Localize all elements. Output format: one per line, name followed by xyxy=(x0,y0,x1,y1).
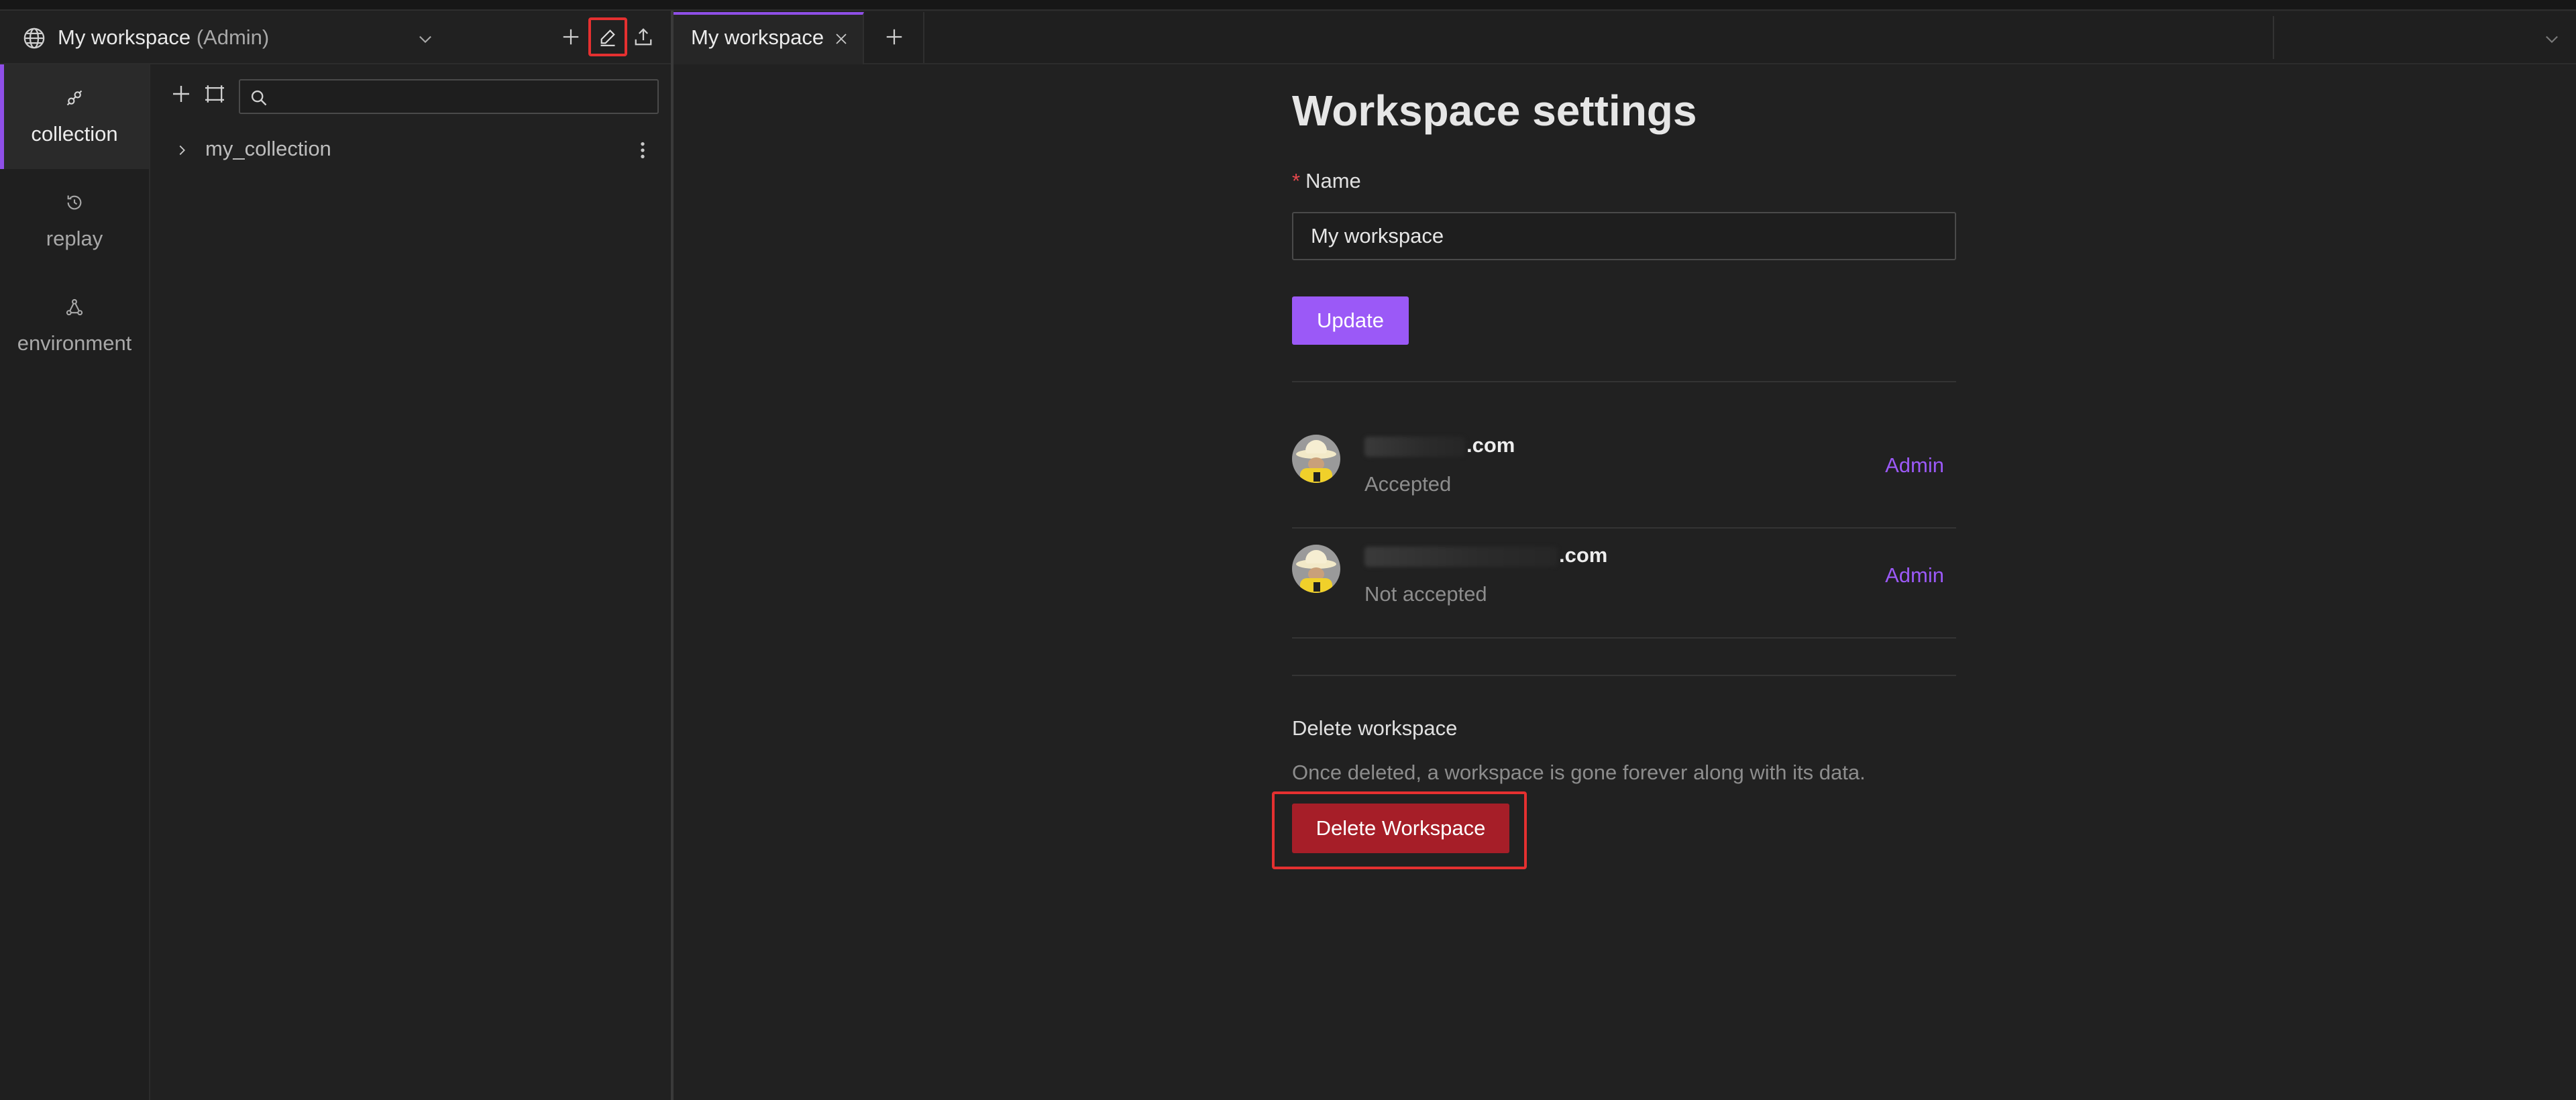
list-item[interactable]: my_collection xyxy=(150,131,671,169)
tab-my-workspace[interactable]: My workspace xyxy=(674,12,864,64)
delete-description: Once deleted, a workspace is gone foreve… xyxy=(1292,761,1866,784)
delete-section-title: Delete workspace xyxy=(1292,716,1458,740)
member-email: .com xyxy=(1364,433,1515,457)
more-vertical-icon[interactable] xyxy=(637,140,648,161)
new-tab-button[interactable] xyxy=(865,12,924,63)
sidebar-item-label: collection xyxy=(31,122,118,146)
divider xyxy=(1292,527,1956,529)
page-title: Workspace settings xyxy=(1292,87,1697,135)
workspace-header: My workspace (Admin) xyxy=(0,12,671,64)
chevron-down-icon[interactable] xyxy=(2542,30,2561,48)
sidebar-item-label: replay xyxy=(46,227,103,250)
member-email-domain: .com xyxy=(1559,543,1608,567)
redacted-text xyxy=(1364,436,1465,457)
environment-icon xyxy=(65,298,84,317)
tab-label: My workspace xyxy=(691,25,824,49)
delete-workspace-button[interactable]: Delete Workspace xyxy=(1292,804,1509,853)
export-button[interactable] xyxy=(633,27,653,47)
collection-search-input[interactable] xyxy=(239,79,659,114)
workspace-switcher[interactable]: My workspace (Admin) xyxy=(58,24,269,51)
divider xyxy=(1292,381,1956,382)
collection-icon xyxy=(65,89,84,107)
member-status: Not accepted xyxy=(1364,582,1487,606)
workspace-name-field[interactable] xyxy=(1292,212,1956,260)
divider xyxy=(1292,675,1956,676)
redacted-text xyxy=(1364,546,1558,567)
collection-name: my_collection xyxy=(205,137,331,160)
workspace-role: (Admin) xyxy=(196,25,270,49)
chevron-down-icon[interactable] xyxy=(416,30,435,48)
panel-divider[interactable] xyxy=(671,11,674,1100)
collection-panel: my_collection xyxy=(150,64,671,1100)
divider xyxy=(1292,637,1956,639)
update-button[interactable]: Update xyxy=(1292,296,1409,345)
frame-icon[interactable] xyxy=(204,85,225,103)
member-role-button[interactable]: Admin xyxy=(1885,453,1944,478)
sidebar-rail: collection replay environment xyxy=(0,64,150,1100)
add-collection-button[interactable] xyxy=(170,83,192,105)
member-email: .com xyxy=(1364,543,1607,567)
replay-icon xyxy=(65,193,84,212)
name-label-text: Name xyxy=(1305,169,1361,192)
member-email-domain: .com xyxy=(1466,433,1515,457)
workspace-settings: Workspace settings *Name Update .com Acc… xyxy=(1272,64,1956,1003)
add-workspace-button[interactable] xyxy=(561,27,581,47)
edit-workspace-button[interactable] xyxy=(588,17,627,56)
chevron-right-icon[interactable] xyxy=(174,142,189,158)
globe-icon xyxy=(23,27,46,50)
tab-bar: My workspace xyxy=(674,12,2576,64)
name-label: * Name xyxy=(1292,169,1361,193)
avatar xyxy=(1292,435,1340,483)
search-icon xyxy=(250,89,268,107)
sidebar-item-collection[interactable]: collection xyxy=(0,64,149,169)
sidebar-item-replay[interactable]: replay xyxy=(0,169,149,274)
avatar xyxy=(1292,545,1340,593)
required-marker: * xyxy=(1292,169,1301,192)
close-icon[interactable] xyxy=(833,31,849,47)
member-role-button[interactable]: Admin xyxy=(1885,563,1944,588)
sidebar-item-label: environment xyxy=(17,331,132,355)
member-status: Accepted xyxy=(1364,472,1452,496)
member-row: .com Accepted Admin xyxy=(1292,420,1956,530)
workspace-name: My workspace xyxy=(58,25,191,49)
member-row: .com Not accepted Admin xyxy=(1292,530,1956,640)
sidebar-item-environment[interactable]: environment xyxy=(0,274,149,378)
window-top-strip xyxy=(0,0,2576,11)
tab-bar-divider xyxy=(2273,16,2274,59)
